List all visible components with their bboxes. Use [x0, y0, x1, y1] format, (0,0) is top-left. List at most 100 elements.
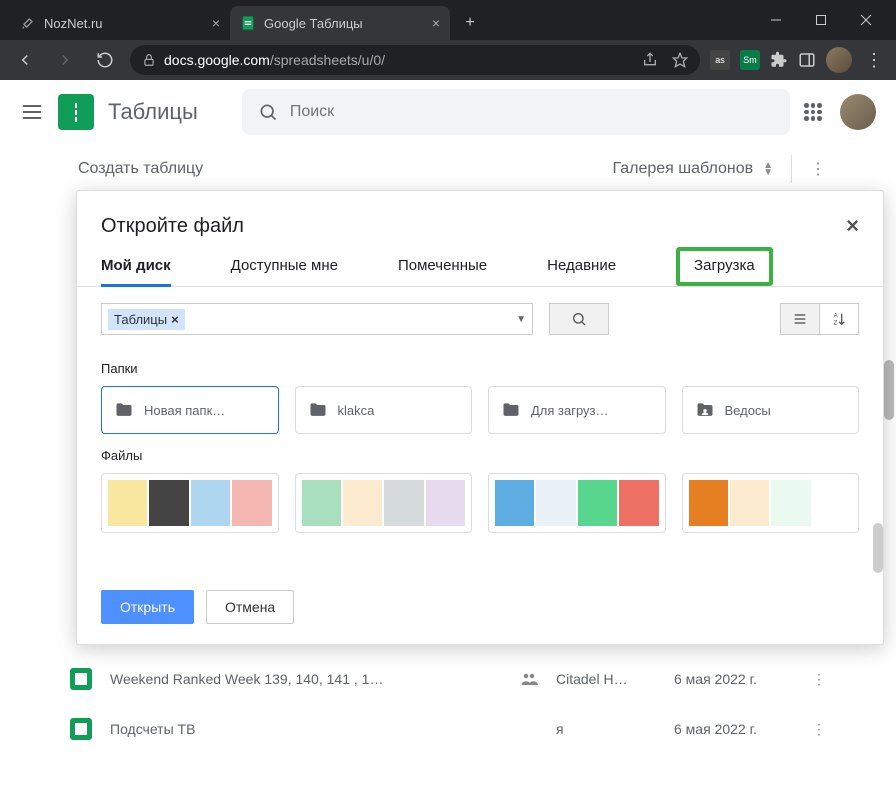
- search-box[interactable]: [242, 89, 790, 135]
- sheets-file-icon: [70, 668, 92, 690]
- folder-label: Для загруз…: [531, 403, 609, 418]
- window-close[interactable]: [843, 0, 888, 40]
- tab-shared[interactable]: Доступные мне: [231, 257, 360, 286]
- back-button[interactable]: [10, 45, 40, 75]
- dialog-body: Папки Новая папк… klakca Для загруз…: [77, 343, 883, 576]
- folder-icon: [114, 400, 134, 420]
- folder-icon: [308, 400, 328, 420]
- extension-icon[interactable]: as: [710, 50, 730, 70]
- folder-label: Ведосы: [725, 403, 771, 418]
- tab-recent[interactable]: Недавние: [547, 257, 638, 286]
- divider: [791, 155, 792, 183]
- apps-icon[interactable]: [804, 103, 822, 121]
- url-bar[interactable]: docs.google.com/spreadsheets/u/0/: [130, 45, 700, 75]
- updown-icon: ▲▼: [763, 162, 773, 176]
- browser-tab-0[interactable]: NozNet.ru ×: [10, 6, 230, 40]
- share-icon[interactable]: [642, 52, 658, 68]
- folder-item[interactable]: Новая папк…: [101, 386, 279, 434]
- browser-tab-1[interactable]: Google Таблицы ×: [230, 6, 450, 40]
- search-icon: [258, 102, 278, 122]
- dialog-tabs: Мой диск Доступные мне Помеченные Недавн…: [77, 257, 883, 287]
- tab-title: Google Таблицы: [264, 16, 424, 31]
- filter-select[interactable]: Таблицы × ▼: [101, 303, 533, 335]
- folder-label: klakca: [338, 403, 375, 418]
- file-row[interactable]: Подсчеты ТВ я 6 мая 2022 г. ⋮: [70, 704, 826, 754]
- window-minimize[interactable]: [753, 0, 798, 40]
- lock-icon: [142, 53, 156, 67]
- search-button[interactable]: [549, 303, 609, 335]
- list-view-button[interactable]: [780, 303, 820, 335]
- file-thumbnail[interactable]: [682, 473, 860, 533]
- folder-row: Новая папк… klakca Для загруз… Ведосы: [101, 386, 859, 434]
- chip-label: Таблицы: [114, 312, 167, 327]
- star-icon[interactable]: [672, 52, 688, 68]
- sort-az-icon: AZ: [831, 311, 847, 327]
- wrench-icon: [20, 15, 36, 31]
- reload-button[interactable]: [90, 45, 120, 75]
- file-owner: я: [556, 721, 656, 737]
- more-options[interactable]: ⋮: [810, 159, 826, 179]
- tab-starred[interactable]: Помеченные: [398, 257, 509, 286]
- chip-remove-icon[interactable]: ×: [171, 312, 179, 327]
- tab-title: NozNet.ru: [44, 16, 204, 31]
- filter-row: Таблицы × ▼ AZ: [77, 287, 883, 343]
- sheets-header: Таблицы: [0, 80, 896, 144]
- file-grid: [101, 473, 859, 533]
- filter-chip[interactable]: Таблицы ×: [108, 309, 185, 330]
- gallery-button[interactable]: Галерея шаблонов ▲▼: [612, 160, 773, 178]
- new-tab-button[interactable]: +: [456, 9, 484, 37]
- file-owner: Citadel H…: [556, 671, 656, 687]
- chrome-menu[interactable]: ⋮: [862, 50, 886, 71]
- browser-tabstrip: NozNet.ru × Google Таблицы × +: [0, 0, 746, 40]
- scrollbar[interactable]: [884, 360, 894, 420]
- cancel-button[interactable]: Отмена: [206, 590, 294, 624]
- sheets-file-icon: [70, 718, 92, 740]
- tab-upload[interactable]: Загрузка: [676, 247, 773, 286]
- open-file-dialog-container: Откройте файл × Мой диск Доступные мне П…: [76, 190, 884, 666]
- folder-item[interactable]: Ведосы: [682, 386, 860, 434]
- file-thumbnail[interactable]: [101, 473, 279, 533]
- file-thumbnail[interactable]: [295, 473, 473, 533]
- files-heading: Файлы: [101, 448, 859, 463]
- row-more-icon[interactable]: ⋮: [812, 721, 826, 738]
- search-input[interactable]: [290, 103, 774, 121]
- tab-close-icon[interactable]: ×: [432, 15, 440, 31]
- recent-files-list: Weekend Ranked Week 139, 140, 141 , 1… C…: [0, 654, 896, 754]
- extension-icons: as Sm ⋮: [710, 47, 886, 73]
- page-content: Таблицы Создать таблицу Галерея шаблонов…: [0, 80, 896, 811]
- file-name: Подсчеты ТВ: [110, 721, 502, 737]
- file-date: 6 мая 2022 г.: [674, 721, 794, 737]
- dialog-footer: Открыть Отмена: [77, 576, 883, 644]
- shared-folder-icon: [695, 400, 715, 420]
- svg-text:Z: Z: [834, 320, 838, 326]
- tab-my-drive[interactable]: Мой диск: [101, 257, 193, 286]
- search-icon: [571, 311, 587, 327]
- folder-label: Новая папк…: [144, 403, 225, 418]
- profile-avatar[interactable]: [826, 47, 852, 73]
- forward-button[interactable]: [50, 45, 80, 75]
- file-date: 6 мая 2022 г.: [674, 671, 794, 687]
- folders-heading: Папки: [101, 361, 859, 376]
- list-icon: [792, 311, 808, 327]
- window-maximize[interactable]: [798, 0, 843, 40]
- svg-text:A: A: [834, 314, 838, 320]
- open-button[interactable]: Открыть: [101, 590, 194, 624]
- close-icon[interactable]: ×: [846, 213, 859, 239]
- sidebar-icon[interactable]: [798, 51, 816, 69]
- file-thumbnail[interactable]: [488, 473, 666, 533]
- folder-item[interactable]: klakca: [295, 386, 473, 434]
- app-name: Таблицы: [108, 99, 198, 125]
- dialog-scrollbar[interactable]: [873, 523, 883, 573]
- view-toggle: AZ: [781, 303, 859, 335]
- puzzle-icon[interactable]: [770, 51, 788, 69]
- extension-icon[interactable]: Sm: [740, 50, 760, 70]
- chevron-down-icon[interactable]: ▼: [516, 314, 526, 325]
- row-more-icon[interactable]: ⋮: [812, 671, 826, 688]
- tab-close-icon[interactable]: ×: [212, 15, 220, 31]
- sheets-logo[interactable]: [58, 94, 94, 130]
- open-file-dialog: Откройте файл × Мой диск Доступные мне П…: [76, 190, 884, 645]
- user-avatar[interactable]: [840, 94, 876, 130]
- folder-item[interactable]: Для загруз…: [488, 386, 666, 434]
- hamburger-icon[interactable]: [20, 100, 44, 124]
- sort-button[interactable]: AZ: [819, 303, 859, 335]
